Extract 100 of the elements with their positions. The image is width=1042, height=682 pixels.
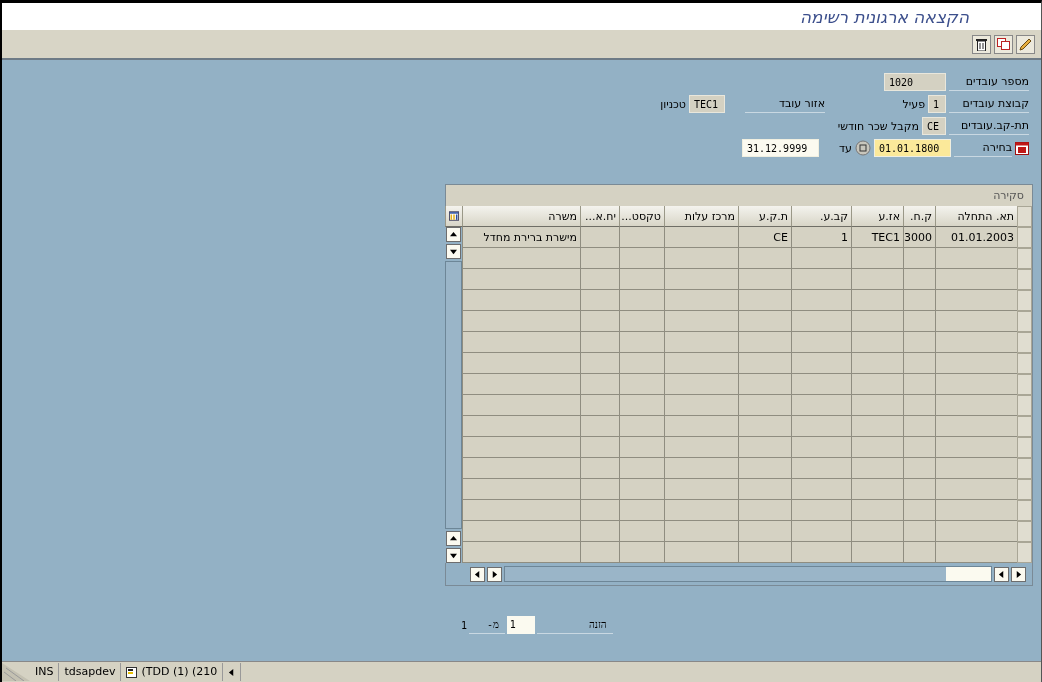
scroll-down-button[interactable] bbox=[446, 244, 461, 259]
row-selector[interactable] bbox=[1017, 332, 1032, 353]
down-triangle-icon bbox=[450, 552, 457, 559]
copy-button[interactable] bbox=[994, 34, 1013, 54]
row-selector[interactable] bbox=[1017, 374, 1032, 395]
row-selector[interactable] bbox=[1017, 395, 1032, 416]
scroll-up-button[interactable] bbox=[446, 531, 461, 546]
table-cell bbox=[791, 248, 851, 269]
column-header[interactable]: ת.ק.ע bbox=[738, 206, 791, 227]
trash-button[interactable] bbox=[972, 34, 991, 54]
table-cell bbox=[791, 479, 851, 500]
up-triangle-icon bbox=[450, 231, 457, 238]
row-selector-header bbox=[1017, 206, 1032, 227]
personnel-area-field: TEC1 bbox=[689, 95, 725, 113]
row-selector[interactable] bbox=[1017, 416, 1032, 437]
table-cell bbox=[580, 290, 619, 311]
column-header[interactable]: יח.א... bbox=[580, 206, 619, 227]
entry-field[interactable]: 1 bbox=[506, 616, 535, 634]
table-cell bbox=[851, 290, 903, 311]
row-selector[interactable] bbox=[1017, 353, 1032, 374]
date-to-field[interactable]: 31.12.9999 bbox=[742, 139, 819, 157]
column-settings-button[interactable] bbox=[445, 206, 462, 227]
table-cell bbox=[738, 269, 791, 290]
table-cell bbox=[619, 437, 664, 458]
table-cell bbox=[580, 227, 619, 248]
column-header[interactable]: קב.ע. bbox=[791, 206, 851, 227]
table-cell bbox=[903, 437, 935, 458]
table-cell bbox=[619, 479, 664, 500]
right-triangle-icon bbox=[1015, 570, 1022, 578]
employee-subgroup-field: CE bbox=[922, 117, 946, 135]
scroll-up-button[interactable] bbox=[446, 227, 461, 242]
table-cell bbox=[738, 521, 791, 542]
table-cell bbox=[903, 500, 935, 521]
field-description: טכניון bbox=[659, 97, 686, 111]
table-cell bbox=[851, 479, 903, 500]
column-header[interactable]: ק.ח. bbox=[903, 206, 935, 227]
table-cell bbox=[738, 332, 791, 353]
circle-icon bbox=[855, 140, 871, 156]
table-cell bbox=[619, 521, 664, 542]
table-cell bbox=[851, 437, 903, 458]
employee-group-field: 1 bbox=[928, 95, 946, 113]
scroll-left-button[interactable] bbox=[994, 566, 1009, 582]
edit-button[interactable] bbox=[1016, 34, 1035, 54]
column-header[interactable]: משרה bbox=[462, 206, 580, 227]
table-cell: מישרת ברירת מחדל bbox=[462, 227, 580, 248]
field-label: תת-קב.עובדים bbox=[949, 117, 1029, 135]
column-header[interactable]: מרכז עלות bbox=[664, 206, 738, 227]
table-cell bbox=[903, 542, 935, 563]
table-cell bbox=[791, 374, 851, 395]
resize-grip-icon bbox=[2, 663, 30, 681]
table-cell bbox=[619, 500, 664, 521]
row-selector[interactable] bbox=[1017, 290, 1032, 311]
table-cell bbox=[851, 332, 903, 353]
table-cell bbox=[851, 500, 903, 521]
table-cell bbox=[903, 269, 935, 290]
table-cell bbox=[738, 500, 791, 521]
table-cell bbox=[851, 269, 903, 290]
scroll-left-button[interactable] bbox=[470, 566, 485, 582]
table-cell bbox=[580, 332, 619, 353]
table-cell bbox=[580, 500, 619, 521]
scroll-right-button[interactable] bbox=[1011, 566, 1026, 582]
table-cell bbox=[619, 416, 664, 437]
row-selector[interactable] bbox=[1017, 248, 1032, 269]
table-cell bbox=[580, 416, 619, 437]
column-header[interactable]: טקסט... bbox=[619, 206, 664, 227]
row-selector[interactable] bbox=[1017, 479, 1032, 500]
table-cell bbox=[851, 311, 903, 332]
table-cell bbox=[738, 311, 791, 332]
up-triangle-icon bbox=[450, 535, 457, 542]
row-selector[interactable] bbox=[1017, 269, 1032, 290]
table-cell bbox=[791, 395, 851, 416]
row-selector[interactable] bbox=[1017, 521, 1032, 542]
field-label: אזור עובד bbox=[745, 95, 825, 113]
table-cell bbox=[791, 269, 851, 290]
table-cell bbox=[791, 353, 851, 374]
row-selector[interactable] bbox=[1017, 311, 1032, 332]
field-label: עד bbox=[838, 141, 852, 155]
column-header[interactable]: תא. התחלה bbox=[935, 206, 1017, 227]
table-cell bbox=[903, 395, 935, 416]
table-cell: CE bbox=[738, 227, 791, 248]
right-triangle-icon bbox=[491, 570, 498, 578]
row-selector[interactable] bbox=[1017, 437, 1032, 458]
field-label: בחירה bbox=[954, 139, 1012, 157]
table-cell bbox=[580, 542, 619, 563]
scroll-down-button[interactable] bbox=[446, 548, 461, 563]
status-mode: INS bbox=[30, 663, 60, 681]
row-selector[interactable] bbox=[1017, 227, 1032, 248]
table-cell bbox=[851, 458, 903, 479]
table-cell bbox=[851, 353, 903, 374]
table-cell bbox=[580, 521, 619, 542]
calendar-icon bbox=[1015, 141, 1029, 155]
column-header[interactable]: אז.ע bbox=[851, 206, 903, 227]
row-selector[interactable] bbox=[1017, 500, 1032, 521]
row-selector[interactable] bbox=[1017, 458, 1032, 479]
table-cell bbox=[791, 521, 851, 542]
table-cell bbox=[580, 395, 619, 416]
table-cell bbox=[903, 521, 935, 542]
scroll-right-button[interactable] bbox=[487, 566, 502, 582]
date-from-field[interactable]: 01.01.1800 bbox=[874, 139, 951, 157]
table-cell: TEC1 bbox=[851, 227, 903, 248]
